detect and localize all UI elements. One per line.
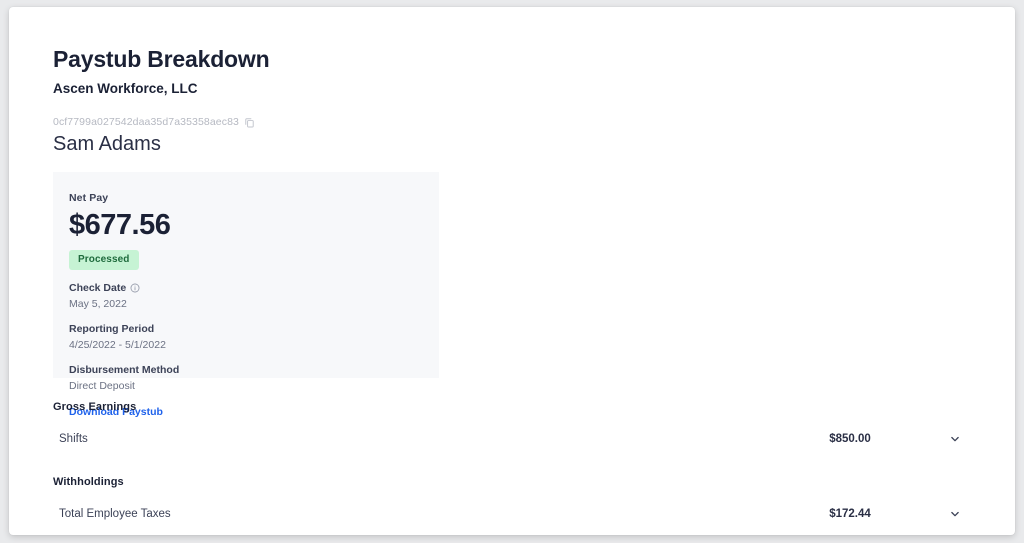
withholdings-title: Withholdings [53,476,124,488]
check-date-block: Check Date May 5, 2022 [69,281,423,311]
gross-earnings-title: Gross Earnings [53,401,137,413]
page-header: Paystub Breakdown Ascen Workforce, LLC 0… [53,45,985,157]
disbursement-method-block: Disbursement Method Direct Deposit [69,363,423,393]
copy-icon[interactable] [244,117,255,128]
withholdings-section: Withholdings Total Employee Taxes $172.4… [53,475,985,530]
paystub-id: 0cf7799a027542daa35d7a35358aec83 [53,116,239,128]
line-item-amount: $850.00 [829,432,871,445]
disbursement-method-value: Direct Deposit [69,380,135,392]
paystub-content: Paystub Breakdown Ascen Workforce, LLC 0… [53,45,985,530]
net-pay-card: Net Pay $677.56 Processed Check Date May… [53,172,439,418]
chevron-down-icon[interactable] [925,508,985,520]
reporting-period-block: Reporting Period 4/25/2022 - 5/1/2022 [69,322,423,352]
reporting-period-label: Reporting Period [69,323,155,335]
line-item-label: Total Employee Taxes [59,507,171,520]
table-row[interactable]: Shifts $850.00 [53,422,985,455]
line-item-amount: $172.44 [829,507,871,520]
check-date-label: Check Date [69,282,127,294]
status-badge: Processed [69,250,139,270]
gross-earnings-section: Gross Earnings Shifts $850.00 [53,400,985,455]
page-title: Paystub Breakdown [53,46,270,72]
reporting-period-value: 4/25/2022 - 5/1/2022 [69,339,166,351]
check-date-value: May 5, 2022 [69,298,127,310]
employee-name: Sam Adams [53,133,161,155]
info-circle-icon[interactable] [130,283,140,293]
line-item-label: Shifts [59,432,88,445]
app-window: Paystub Breakdown Ascen Workforce, LLC 0… [9,7,1015,535]
chevron-down-icon[interactable] [925,433,985,445]
check-date-label-row: Check Date [69,281,423,295]
paystub-id-row: 0cf7799a027542daa35d7a35358aec83 [53,116,985,129]
table-row[interactable]: Total Employee Taxes $172.44 [53,497,985,530]
net-pay-amount: $677.56 [69,209,171,241]
company-name: Ascen Workforce, LLC [53,81,198,96]
net-pay-label: Net Pay [69,192,109,204]
disbursement-method-label: Disbursement Method [69,364,180,376]
